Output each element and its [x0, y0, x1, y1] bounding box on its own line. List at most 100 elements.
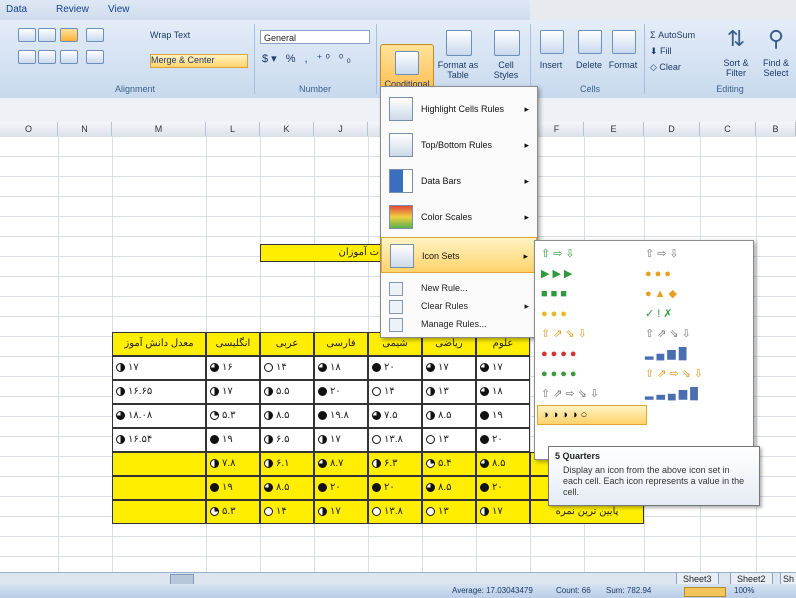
- summary-blank-cell[interactable]: [112, 500, 206, 524]
- table-cell[interactable]: ۱۷: [476, 356, 530, 380]
- icon-set-3-arrows-gray[interactable]: ⇧⇨⇩: [645, 245, 682, 263]
- table-header-cell[interactable]: معدل دانش آموز: [112, 332, 206, 356]
- summary-cell[interactable]: ۱۴: [260, 500, 314, 524]
- table-cell[interactable]: ۲۰: [314, 380, 368, 404]
- title-cell[interactable]: ت آموزان: [260, 244, 386, 262]
- summary-cell[interactable]: ۱۹: [206, 476, 260, 500]
- format-table-icon[interactable]: [446, 30, 472, 56]
- table-cell[interactable]: ۱۳: [422, 380, 476, 404]
- table-header-cell[interactable]: انگلیسی: [206, 332, 260, 356]
- menu-item-data-bars[interactable]: Data Bars ▸: [381, 163, 537, 199]
- menu-item-highlight-cells-rules[interactable]: Highlight Cells Rules ▸: [381, 91, 537, 127]
- table-cell[interactable]: ۱۹: [206, 428, 260, 452]
- delete-icon[interactable]: [578, 30, 602, 54]
- tab-view[interactable]: View: [108, 4, 130, 15]
- summary-cell[interactable]: ۷.۸: [206, 452, 260, 476]
- summary-cell[interactable]: ۵.۴: [422, 452, 476, 476]
- tab-data[interactable]: Data: [6, 4, 27, 15]
- table-cell[interactable]: ۵.۵: [260, 380, 314, 404]
- table-cell[interactable]: ۱۷: [422, 356, 476, 380]
- sort-filter-button[interactable]: Sort & Filter: [716, 58, 756, 78]
- sort-filter-icon[interactable]: ⇅: [718, 26, 754, 52]
- summary-cell[interactable]: ۶.۳: [368, 452, 422, 476]
- format-table-button[interactable]: Format as Table: [436, 60, 480, 80]
- summary-cell[interactable]: ۲۰: [476, 476, 530, 500]
- icon-set-5-arrows-colored[interactable]: ⇧⇗⇨⇘⇩: [645, 365, 706, 383]
- column-header[interactable]: L: [206, 122, 260, 136]
- table-cell[interactable]: ۱۶: [206, 356, 260, 380]
- table-cell[interactable]: ۸.۵: [260, 404, 314, 428]
- summary-cell[interactable]: ۸.۵: [422, 476, 476, 500]
- icon-set-3-flags[interactable]: ▶▶▶: [541, 265, 575, 283]
- wrap-text-button[interactable]: Wrap Text: [150, 30, 220, 40]
- icon-set-3-symbols[interactable]: ✓!✗: [645, 305, 676, 323]
- find-select-icon[interactable]: ⚲: [758, 26, 794, 52]
- clear-button[interactable]: ◇ Clear: [650, 62, 710, 72]
- format-button[interactable]: Format: [606, 60, 640, 70]
- menu-item-manage-rules[interactable]: Manage Rules...: [381, 315, 537, 333]
- icon-set-5-arrows-gray[interactable]: ⇧⇗⇨⇘⇩: [541, 385, 602, 403]
- summary-cell[interactable]: ۲۰: [314, 476, 368, 500]
- icon-set-4-traffic-lights[interactable]: ●●●●: [541, 365, 580, 383]
- icon-set-red-to-black[interactable]: ●●●●: [541, 345, 580, 363]
- table-cell[interactable]: ۱۶.۵۴: [112, 428, 206, 452]
- icon-set-3-arrows-colored[interactable]: ⇧⇨⇩: [541, 245, 578, 263]
- insert-button[interactable]: Insert: [534, 60, 568, 70]
- table-cell[interactable]: ۸.۵: [422, 404, 476, 428]
- summary-cell[interactable]: ۲۰: [368, 476, 422, 500]
- icon-set-5-ratings[interactable]: ▂▃▄▆█: [645, 385, 701, 403]
- number-format-select[interactable]: General: [260, 30, 370, 44]
- number-format-buttons[interactable]: $▾ % , ⁺⁰ ⁰₀: [262, 54, 372, 65]
- column-header[interactable]: F: [530, 122, 584, 136]
- insert-icon[interactable]: [540, 30, 564, 54]
- table-cell[interactable]: ۱۷: [112, 356, 206, 380]
- table-cell[interactable]: ۱۷: [314, 428, 368, 452]
- summary-cell[interactable]: ۵.۳: [206, 500, 260, 524]
- column-header[interactable]: J: [314, 122, 368, 136]
- table-header-cell[interactable]: فارسی: [314, 332, 368, 356]
- table-header-cell[interactable]: عربی: [260, 332, 314, 356]
- icon-set-3-traffic-lights-rimmed[interactable]: ■■■: [541, 285, 570, 303]
- delete-button[interactable]: Delete: [572, 60, 606, 70]
- column-header[interactable]: K: [260, 122, 314, 136]
- table-cell[interactable]: ۱۳: [422, 428, 476, 452]
- summary-cell[interactable]: ۸.۵: [476, 452, 530, 476]
- table-cell[interactable]: ۱۹.۸: [314, 404, 368, 428]
- icon-set-4-arrows-gray[interactable]: ⇧⇗⇘⇩: [645, 325, 694, 343]
- find-select-button[interactable]: Find & Select: [756, 58, 796, 78]
- align-center-icon[interactable]: [38, 50, 56, 64]
- align-middle-icon[interactable]: [38, 28, 56, 42]
- table-cell[interactable]: ۱۳.۸: [368, 428, 422, 452]
- summary-cell[interactable]: ۸.۵: [260, 476, 314, 500]
- icon-set-4-arrows-colored[interactable]: ⇧⇗⇘⇩: [541, 325, 590, 343]
- column-header[interactable]: C: [700, 122, 756, 136]
- orientation-icon[interactable]: [86, 28, 104, 42]
- table-cell[interactable]: ۱۶.۶۵: [112, 380, 206, 404]
- menu-item-new-rule[interactable]: New Rule...: [381, 279, 537, 297]
- table-cell[interactable]: ۶.۵: [260, 428, 314, 452]
- fill-button[interactable]: ⬇ Fill: [650, 46, 710, 56]
- icon-set-3-signs-circles[interactable]: ●●●: [645, 265, 674, 283]
- summary-blank-cell[interactable]: [112, 476, 206, 500]
- merge-center-button[interactable]: Merge & Center: [150, 54, 248, 68]
- decrease-indent-icon[interactable]: [60, 50, 78, 64]
- align-left-icon[interactable]: [18, 50, 36, 64]
- summary-cell[interactable]: ۱۷: [476, 500, 530, 524]
- cell-styles-icon[interactable]: [494, 30, 520, 56]
- column-header[interactable]: D: [644, 122, 700, 136]
- table-cell[interactable]: ۵.۳: [206, 404, 260, 428]
- summary-cell[interactable]: ۱۷: [314, 500, 368, 524]
- icon-set-3-traffic-lights[interactable]: ●●●: [541, 305, 570, 323]
- autosum-button[interactable]: Σ AutoSum: [650, 30, 710, 40]
- table-cell[interactable]: ۲۰: [476, 428, 530, 452]
- cell-styles-button[interactable]: Cell Styles: [486, 60, 526, 80]
- tab-review[interactable]: Review: [56, 4, 89, 15]
- menu-item-icon-sets[interactable]: Icon Sets ▸: [381, 237, 537, 273]
- icon-set-5-quarters[interactable]: ◑◑◑◑○: [537, 405, 647, 425]
- format-icon[interactable]: [612, 30, 636, 54]
- summary-cell[interactable]: ۸.۷: [314, 452, 368, 476]
- column-header[interactable]: E: [584, 122, 644, 136]
- table-cell[interactable]: ۱۸: [314, 356, 368, 380]
- align-top-icon[interactable]: [18, 28, 36, 42]
- table-cell[interactable]: ۱۹: [476, 404, 530, 428]
